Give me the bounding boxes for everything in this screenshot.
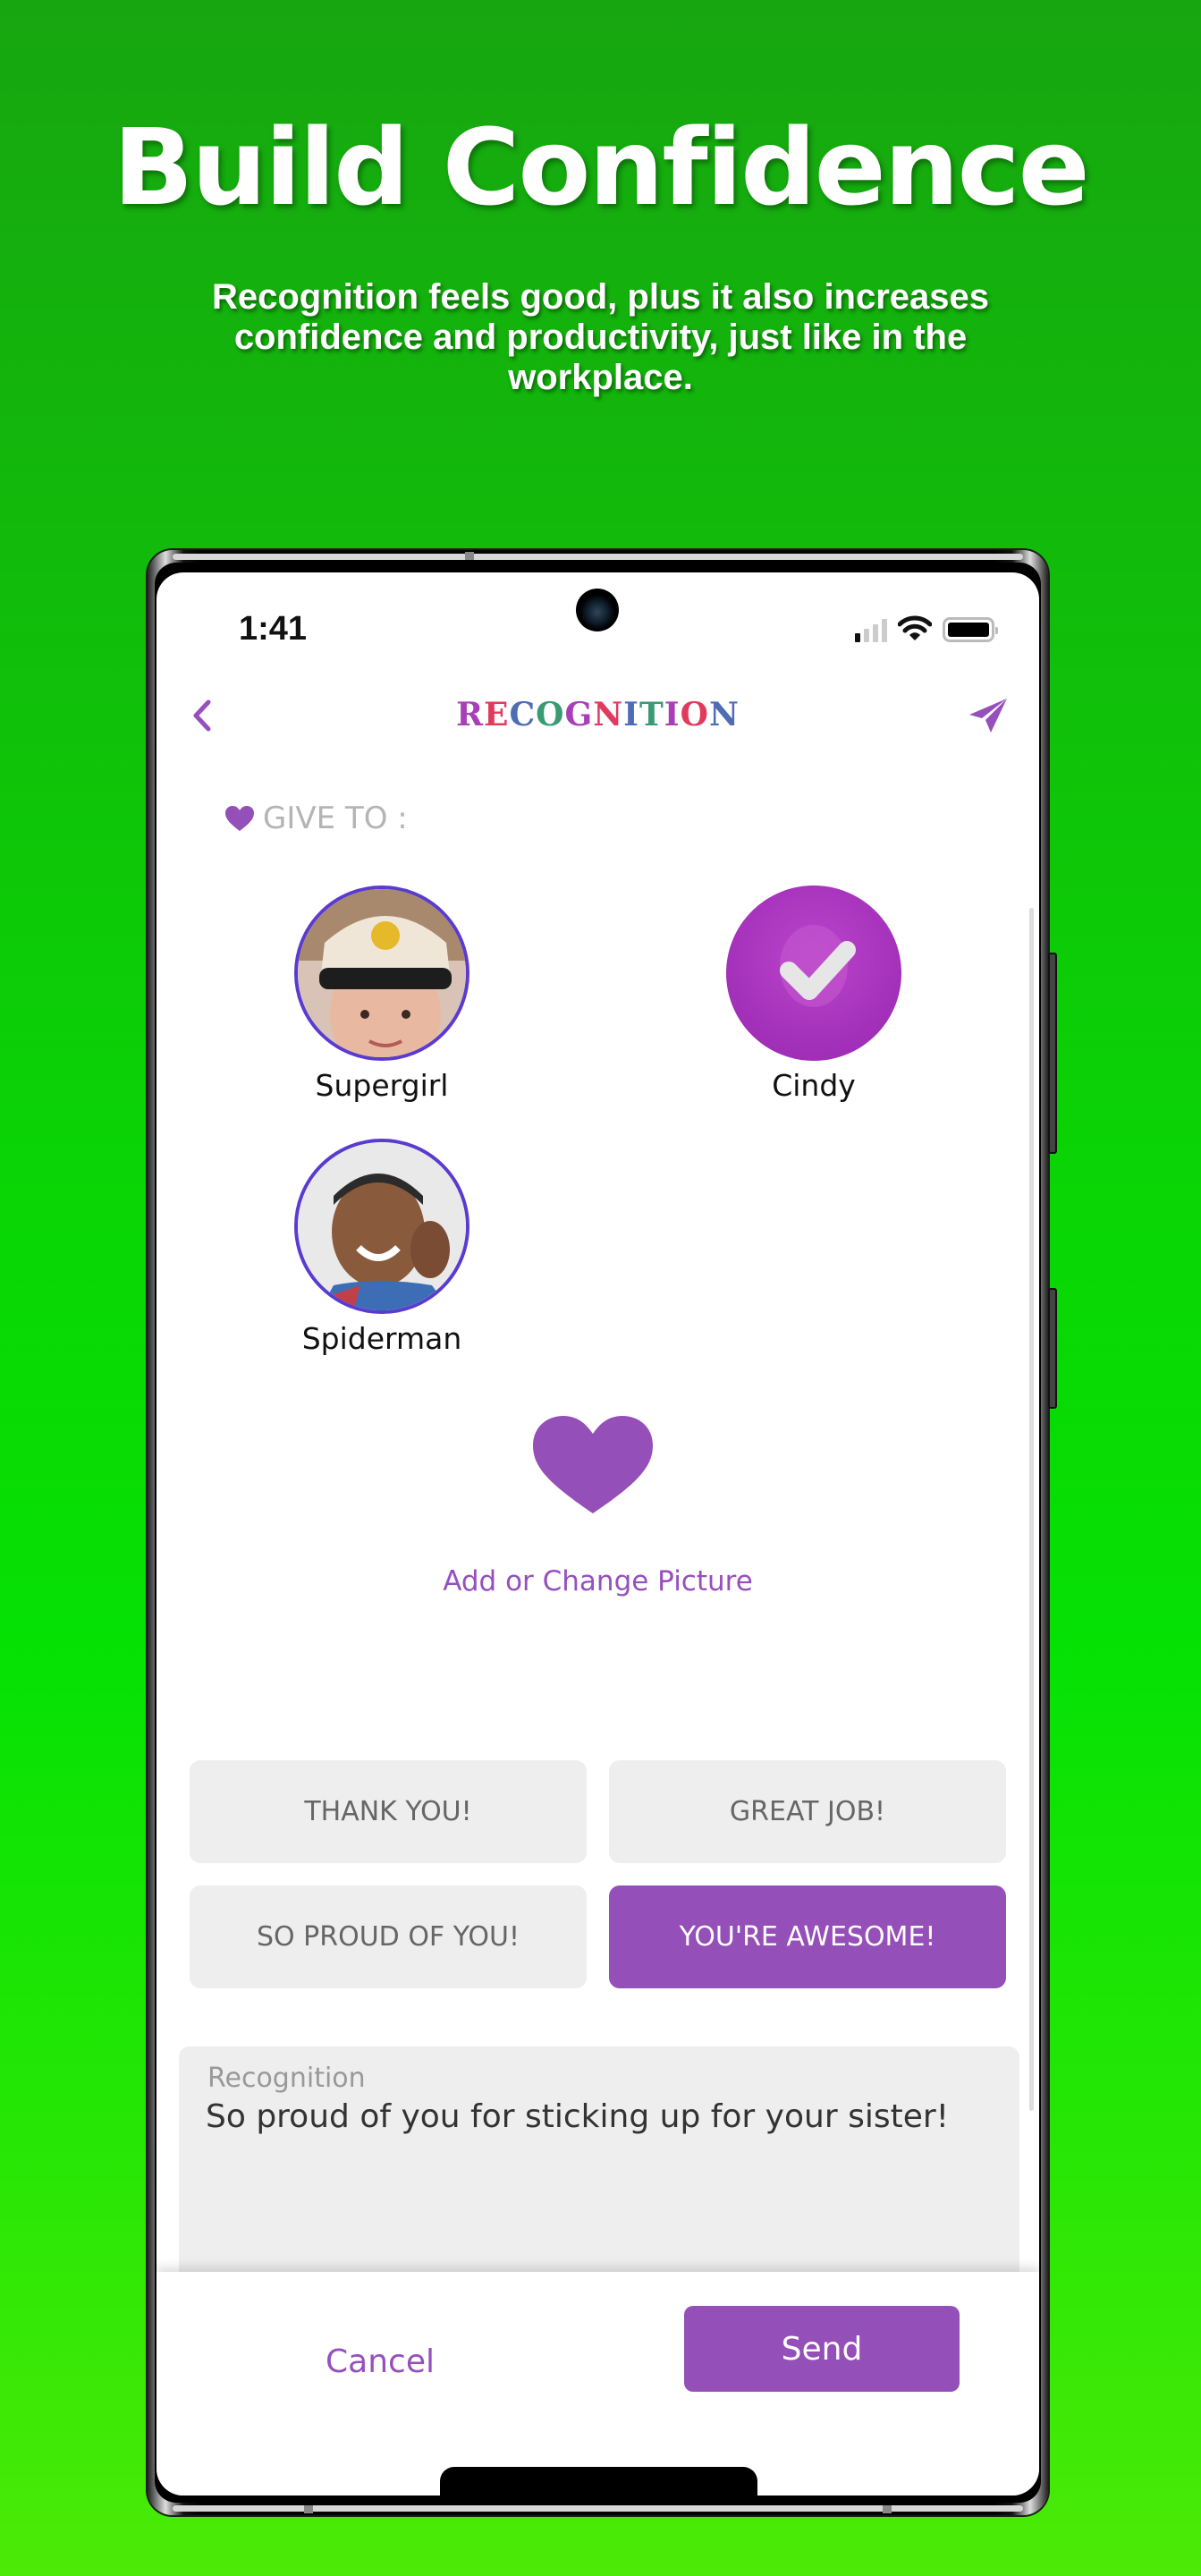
phone-frame: 1:41 RECOGNITION GIVE TO: Supergirl Cin… [148,550,1057,2515]
send-button[interactable]: Send [684,2306,960,2392]
recipient-spiderman[interactable]: Spiderman [266,1139,498,1356]
signal-icon [855,619,887,642]
child-photo-icon [298,1142,466,1310]
recipient-cindy[interactable]: Cindy [698,886,930,1103]
battery-icon [943,617,998,642]
quick-message-youre-awesome[interactable]: YOU'RE AWESOME! [609,1885,1006,1988]
give-to-label: GIVE TO : [263,801,408,836]
avatar [294,1139,469,1314]
page-title-letter: R [456,696,485,733]
page-title-letter: N [593,696,624,733]
add-change-picture-link[interactable]: Add or Change Picture [156,1565,1039,1597]
scrollbar[interactable] [1029,908,1034,2111]
page-title-letter: O [536,696,565,733]
status-time: 1:41 [239,610,308,648]
page-title-letter: E [484,696,510,733]
quick-message-great-job[interactable]: GREAT JOB! [609,1760,1006,1863]
page-title: RECOGNITION [156,696,1039,733]
heart-icon [533,1416,653,1513]
avatar [294,886,469,1061]
recipient-name: Cindy [772,1068,856,1103]
page-title-letter: T [639,696,664,733]
avatar-selected [726,886,901,1061]
page-title-letter: I [664,696,681,733]
wifi-icon [898,615,932,640]
hero-subtitle: Recognition feels good, plus it also inc… [211,277,990,397]
frame-antenna-notch [465,552,474,560]
page-title-letter: G [564,696,594,733]
quick-message-thank-you[interactable]: THANK YOU! [190,1760,587,1863]
frame-antenna-notch [304,2505,313,2513]
frame-edge-top [173,554,1023,560]
paper-plane-send-icon [969,699,1007,733]
volume-button [1048,953,1057,1154]
give-to-section: GIVE TO : [224,801,408,836]
page-title-letter: I [623,696,639,733]
heart-icon [225,806,254,831]
add-picture-heart-button[interactable] [530,1413,655,1516]
page-title-letter: C [509,696,537,733]
recognition-value[interactable]: So proud of you for sticking up for your… [206,2098,949,2135]
checkmark-icon [780,925,856,1007]
page-title-letter: N [708,696,740,733]
recipient-name: Supergirl [315,1068,449,1103]
status-icons [855,615,998,642]
page-title-letter: O [680,696,709,733]
app-screen: 1:41 RECOGNITION GIVE TO: Supergirl Cin… [156,572,1039,2496]
cancel-button[interactable]: Cancel [291,2326,469,2397]
frame-edge-bottom [173,2505,1023,2512]
home-indicator [440,2467,757,2496]
frame-antenna-notch [883,2505,892,2513]
front-camera [576,589,619,631]
quick-message-so-proud[interactable]: SO PROUD OF YOU! [190,1885,587,1988]
recipient-name: Spiderman [301,1321,462,1356]
footer-actions: Cancel Send [156,2272,1039,2496]
power-button [1048,1288,1057,1409]
child-photo-icon [298,889,466,1057]
recognition-label: Recognition [207,2063,366,2094]
hero-title: Build Confidence [113,106,1089,229]
send-header-button[interactable] [964,693,1012,738]
recognition-input[interactable]: Recognition So proud of you for sticking… [179,2046,1019,2297]
recipient-supergirl[interactable]: Supergirl [266,886,498,1103]
